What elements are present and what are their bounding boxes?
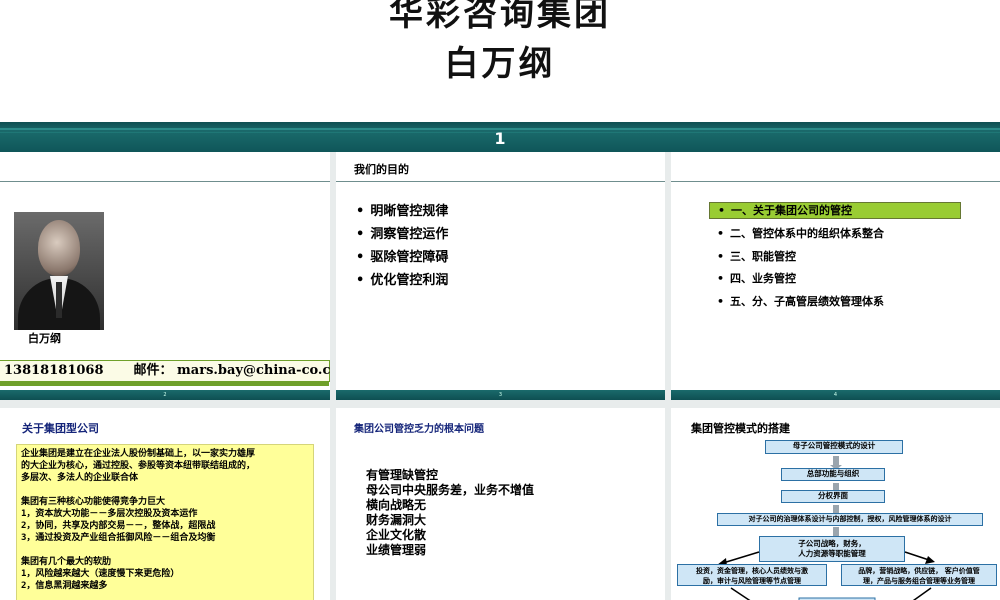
author-photo [14, 212, 104, 330]
connector-line [722, 551, 760, 564]
deck-header: 华彩咨询集团 白万纲 [0, 0, 1000, 122]
photo-head [38, 220, 80, 276]
flow-box-text: 理，产品与服务组合管理等业务管理 [863, 577, 975, 585]
note-line: 企业集团是建立在企业法人股份制基础上，以一家实力雄厚 [21, 449, 256, 459]
list-item: 企业文化散 [366, 528, 427, 542]
slide-header [0, 152, 330, 182]
list-item: 优化管控利润 [356, 269, 448, 292]
slide-problems[interactable]: 集团公司管控乏力的根本问题 有管理缺管控 母公司中央服务差，业务不增值 横向战略… [336, 408, 665, 600]
toc-item[interactable]: 三、职能管控 [709, 246, 961, 269]
author-name: 白万纲 [28, 332, 61, 345]
note-line: 1，资本放大功能－－多层次控股及资本运作 [21, 509, 198, 519]
list-item: 洞察管控运作 [356, 223, 448, 246]
slide-purpose[interactable]: 我们的目的 明晰管控规律 洞察管控运作 驱除管控障碍 优化管控利润 3 [336, 152, 665, 400]
flow-box-right: 品牌，营销战略，供应链， 客户价值管 理，产品与服务组合管理等业务管理 [841, 564, 997, 586]
slide-title: 集团公司管控乏力的根本问题 [354, 424, 484, 435]
slide-number: 2 [163, 392, 167, 398]
photo-tie [56, 282, 62, 318]
connector-line [904, 551, 930, 561]
flow-box-left: 投资，资金管理，核心人员绩效与激 励，审计与风险管理等节点管理 [677, 564, 827, 586]
slide-header: 我们的目的 [336, 152, 665, 182]
note-line: 集团有几个最大的软肋 [21, 557, 112, 567]
slide-control-model[interactable]: 集团管控模式的搭建 母子公司管控模式的设计 总部功能与组织 分权界面 对子公司的… [671, 408, 1000, 600]
company-title: 华彩咨询集团 [389, 0, 611, 34]
slide-toc[interactable]: 一、关于集团公司的管控 二、管控体系中的组织体系整合 三、职能管控 四、业务管控… [671, 152, 1000, 400]
list-item: 横向战略无 [366, 498, 427, 512]
contact-bar: 13818181068 邮件： mars.bay@china-co.com [0, 360, 330, 386]
note-line: 多层次、多法人的企业联合体 [21, 473, 139, 483]
toc-item[interactable]: 二、管控体系中的组织体系整合 [709, 223, 961, 246]
page-number: 1 [494, 129, 506, 148]
connector-line [730, 587, 751, 600]
flow-box-text: 投资，资金管理，核心人员绩效与激 [696, 567, 808, 575]
note-line: 集团有三种核心功能使得竞争力巨大 [21, 497, 166, 507]
connector-line [912, 587, 932, 600]
page-band: 1 [0, 122, 1000, 152]
email-label: 邮件： [133, 363, 173, 378]
note-line: 1，风险越来越大（速度慢下来更危险） [21, 569, 180, 579]
list-item: 财务漏洞大 [366, 513, 427, 527]
slide-number: 4 [833, 392, 838, 398]
row-separator [0, 400, 1000, 408]
toc-list: 一、关于集团公司的管控 二、管控体系中的组织体系整合 三、职能管控 四、业务管控… [709, 202, 961, 313]
model-flowchart: 母子公司管控模式的设计 总部功能与组织 分权界面 对子公司的治理体系设计与内部控… [671, 438, 1000, 600]
problem-list: 有管理缺管控 母公司中央服务差，业务不增值 横向战略无 财务漏洞大 企业文化散 … [366, 468, 534, 558]
toc-item-active[interactable]: 一、关于集团公司的管控 [709, 202, 961, 219]
contact-underline [0, 382, 329, 386]
slide-number: 3 [498, 392, 503, 398]
purpose-list: 明晰管控规律 洞察管控运作 驱除管控障碍 优化管控利润 [356, 200, 448, 292]
toc-item[interactable]: 五、分、子高管层绩效管理体系 [709, 291, 961, 314]
list-item: 明晰管控规律 [356, 200, 448, 223]
slide-title: 关于集团型公司 [22, 422, 99, 435]
author-title: 白万纲 [444, 44, 556, 84]
note-line: 3，通过投资及产业组合抵御风险－－组合及均衡 [21, 533, 216, 543]
slide-header [671, 152, 1000, 182]
slide-title: 集团管控模式的搭建 [691, 422, 790, 435]
list-item: 驱除管控障碍 [356, 246, 448, 269]
list-item: 有管理缺管控 [366, 468, 439, 482]
toc-item[interactable]: 四、业务管控 [709, 268, 961, 291]
note-line: 2，信息黑洞越来越多 [21, 581, 108, 591]
flow-box-text: 品牌，营销战略，供应链， 客户价值管 [858, 567, 980, 575]
flow-box-text: 励，审计与风险管理等节点管理 [703, 577, 801, 585]
note-line: 的大企业为核心，通过控股、参股等资本纽带联结组成的， [21, 461, 256, 471]
list-item: 母公司中央服务差，业务不增值 [366, 483, 535, 497]
email-address[interactable]: mars.bay@china-co.com [177, 363, 330, 378]
arrowhead-icon [925, 556, 935, 564]
slide-heading: 我们的目的 [354, 163, 409, 176]
slide-author[interactable]: 白万纲 13818181068 邮件： mars.bay@china-co.com… [0, 152, 330, 400]
slide-footer: 4 [671, 390, 1000, 400]
slide-group-company[interactable]: 关于集团型公司 企业集团是建立在企业法人股份制基础上，以一家实力雄厚 的大企业为… [0, 408, 330, 600]
phone-number: 13818181068 [4, 363, 104, 378]
slide-footer: 2 [0, 390, 330, 400]
list-item: 业绩管理弱 [366, 543, 427, 557]
slide-footer: 3 [336, 390, 665, 400]
note-line: 2，协同，共享及内部交易－－，整体战，超限战 [21, 521, 216, 531]
note-box: 企业集团是建立在企业法人股份制基础上，以一家实力雄厚 的大企业为核心，通过控股、… [16, 444, 314, 600]
